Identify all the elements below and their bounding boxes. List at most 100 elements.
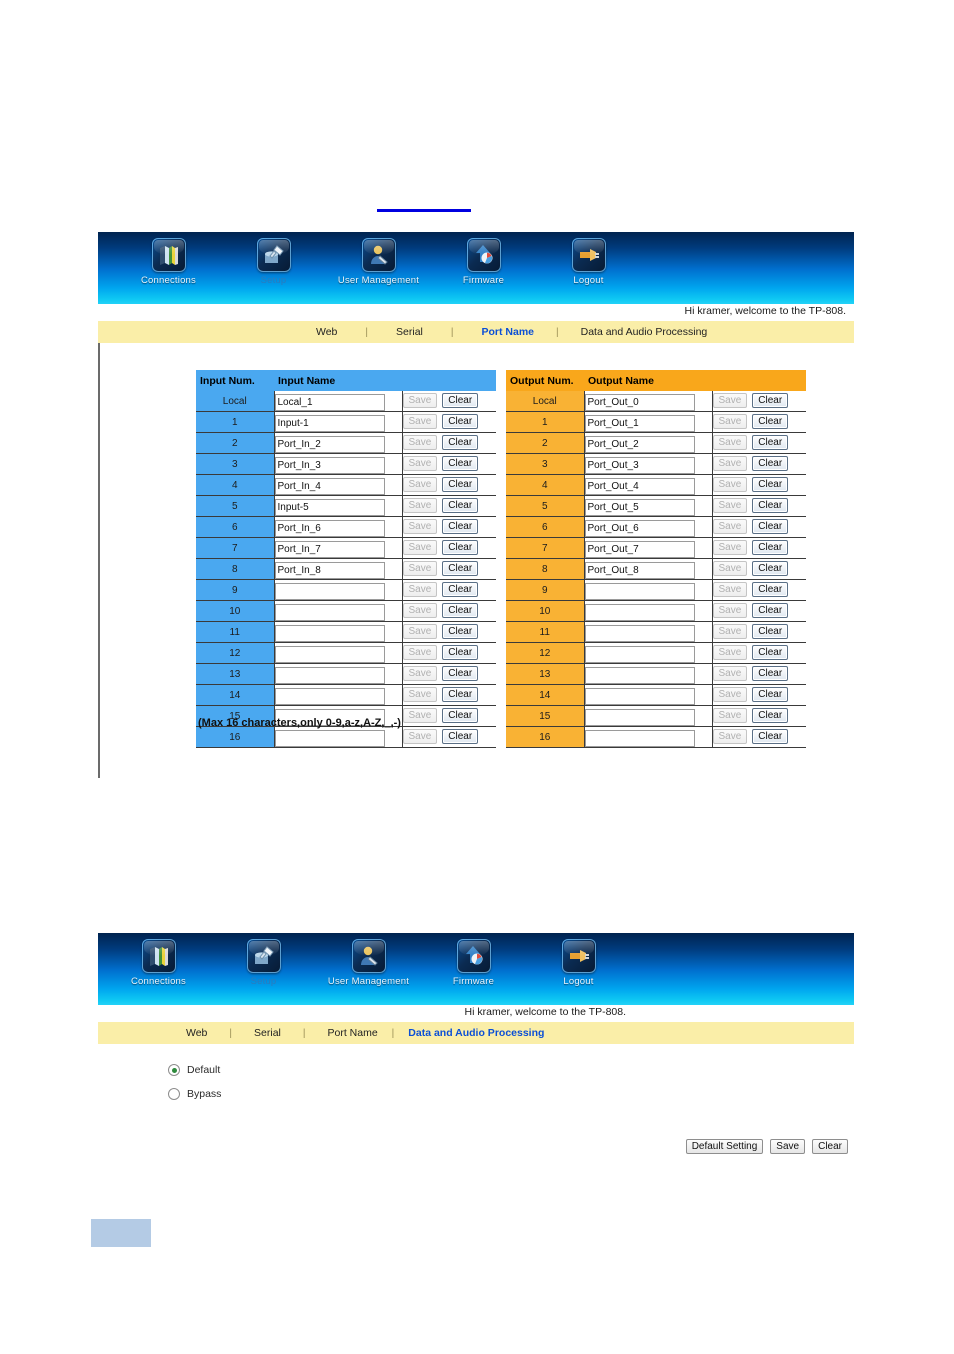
nav-item-setup[interactable]: Setup: [221, 232, 326, 286]
option-bypass[interactable]: Bypass: [168, 1088, 221, 1100]
clear-button[interactable]: Clear: [442, 435, 479, 451]
clear-button[interactable]: Clear: [442, 666, 479, 682]
port-name-input[interactable]: [584, 603, 695, 621]
tab-port-name[interactable]: Port Name: [327, 1027, 377, 1039]
clear-button[interactable]: Clear: [752, 666, 789, 682]
port-name-input[interactable]: [274, 477, 385, 495]
clear-button[interactable]: Clear: [442, 708, 479, 724]
clear-button[interactable]: Clear: [812, 1139, 848, 1154]
clear-button[interactable]: Clear: [442, 498, 479, 514]
tab-port-name[interactable]: Port Name: [481, 326, 534, 338]
clear-button[interactable]: Clear: [752, 519, 789, 535]
nav-item-logout[interactable]: Logout: [526, 933, 631, 987]
port-name-input[interactable]: [584, 666, 695, 684]
save-button[interactable]: Save: [712, 687, 748, 703]
nav-item-user-management[interactable]: User Management: [316, 933, 421, 987]
clear-button[interactable]: Clear: [442, 519, 479, 535]
save-button[interactable]: Save: [712, 666, 748, 682]
clear-button[interactable]: Clear: [752, 393, 789, 409]
port-name-input[interactable]: [584, 561, 695, 579]
save-button[interactable]: Save: [402, 435, 438, 451]
clear-button[interactable]: Clear: [442, 540, 479, 556]
port-name-input[interactable]: [274, 393, 385, 411]
logout-plug-icon[interactable]: [561, 939, 596, 973]
port-name-input[interactable]: [584, 498, 695, 516]
save-button[interactable]: Save: [712, 498, 748, 514]
radio-default-icon[interactable]: [168, 1064, 180, 1076]
option-default[interactable]: Default: [168, 1064, 220, 1076]
port-name-input[interactable]: [274, 729, 385, 747]
port-name-input[interactable]: [584, 624, 695, 642]
logout-plug-icon[interactable]: [571, 238, 606, 272]
clear-button[interactable]: Clear: [442, 561, 479, 577]
port-name-input[interactable]: [274, 666, 385, 684]
port-name-input[interactable]: [584, 708, 695, 726]
save-button[interactable]: Save: [712, 393, 748, 409]
clear-button[interactable]: Clear: [752, 729, 789, 745]
clear-button[interactable]: Clear: [752, 435, 789, 451]
clear-button[interactable]: Clear: [442, 645, 479, 661]
save-button[interactable]: Save: [402, 708, 438, 724]
clear-button[interactable]: Clear: [752, 582, 789, 598]
firmware-upload-icon[interactable]: [456, 939, 491, 973]
user-management-icon[interactable]: [351, 939, 386, 973]
clear-button[interactable]: Clear: [752, 624, 789, 640]
setup-wrench-icon[interactable]: [246, 939, 281, 973]
port-name-input[interactable]: [584, 582, 695, 600]
save-button[interactable]: Save: [402, 561, 438, 577]
tab-web[interactable]: Web: [316, 326, 337, 338]
port-name-input[interactable]: [274, 456, 385, 474]
save-button[interactable]: Save: [402, 624, 438, 640]
port-name-input[interactable]: [274, 435, 385, 453]
save-button[interactable]: Save: [712, 414, 748, 430]
port-name-input[interactable]: [274, 582, 385, 600]
tab-serial[interactable]: Serial: [254, 1027, 281, 1039]
save-button[interactable]: Save: [402, 456, 438, 472]
port-name-input[interactable]: [274, 603, 385, 621]
port-name-input[interactable]: [584, 477, 695, 495]
port-name-input[interactable]: [584, 519, 695, 537]
port-name-input[interactable]: [584, 414, 695, 432]
tab-web[interactable]: Web: [186, 1027, 207, 1039]
port-name-input[interactable]: [274, 519, 385, 537]
port-name-input[interactable]: [274, 645, 385, 663]
setup-wrench-icon[interactable]: [256, 238, 291, 272]
save-button[interactable]: Save: [402, 687, 438, 703]
save-button[interactable]: Save: [402, 729, 438, 745]
clear-button[interactable]: Clear: [442, 456, 479, 472]
radio-bypass-icon[interactable]: [168, 1088, 180, 1100]
port-name-input[interactable]: [584, 456, 695, 474]
clear-button[interactable]: Clear: [442, 603, 479, 619]
save-button[interactable]: Save: [712, 540, 748, 556]
clear-button[interactable]: Clear: [442, 477, 479, 493]
clear-button[interactable]: Clear: [752, 603, 789, 619]
save-button[interactable]: Save: [402, 414, 438, 430]
nav-item-connections[interactable]: Connections: [106, 933, 211, 987]
clear-button[interactable]: Clear: [442, 582, 479, 598]
save-button[interactable]: Save: [712, 645, 748, 661]
clear-button[interactable]: Clear: [752, 687, 789, 703]
save-button[interactable]: Save: [402, 666, 438, 682]
save-button[interactable]: Save: [712, 477, 748, 493]
clear-button[interactable]: Clear: [752, 561, 789, 577]
port-name-input[interactable]: [584, 435, 695, 453]
clear-button[interactable]: Clear: [752, 645, 789, 661]
clear-button[interactable]: Clear: [752, 540, 789, 556]
save-button[interactable]: Save: [712, 561, 748, 577]
clear-button[interactable]: Clear: [442, 624, 479, 640]
default-setting-button[interactable]: Default Setting: [685, 1139, 764, 1154]
port-name-input[interactable]: [274, 561, 385, 579]
tab-serial[interactable]: Serial: [396, 326, 423, 338]
nav-item-firmware[interactable]: Firmware: [421, 933, 526, 987]
port-name-input[interactable]: [274, 540, 385, 558]
port-name-input[interactable]: [584, 687, 695, 705]
save-button[interactable]: Save: [712, 729, 748, 745]
clear-button[interactable]: Clear: [752, 498, 789, 514]
port-name-input[interactable]: [584, 729, 695, 747]
clear-button[interactable]: Clear: [752, 477, 789, 493]
save-button[interactable]: Save: [712, 456, 748, 472]
port-name-input[interactable]: [584, 540, 695, 558]
save-button[interactable]: Save: [402, 498, 438, 514]
nav-item-user-management[interactable]: User Management: [326, 232, 431, 286]
nav-item-setup[interactable]: Setup: [211, 933, 316, 987]
